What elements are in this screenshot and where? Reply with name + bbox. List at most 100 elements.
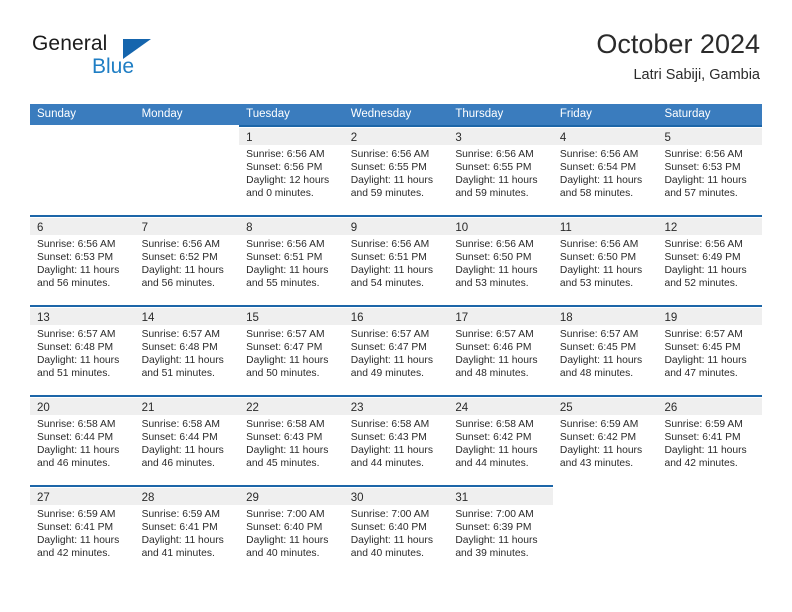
sunrise-text: Sunrise: 6:56 AM bbox=[350, 239, 430, 250]
day-number-band: 21 bbox=[134, 397, 240, 415]
day-details: Sunrise: 6:56 AM Sunset: 6:53 PM Daylight:… bbox=[657, 145, 762, 200]
calendar-day-cell[interactable]: 27 Sunrise: 6:59 AM Sunset: 6:41 PM Dayligh… bbox=[30, 485, 135, 575]
daylight-text: Daylight: 11 hours bbox=[141, 265, 224, 277]
calendar-day-cell[interactable]: 19 Sunrise: 6:57 AM Sunset: 6:45 PM Dayligh… bbox=[657, 305, 763, 395]
daylight-text: Daylight: 11 hours bbox=[455, 265, 538, 277]
day-number-band: 3 bbox=[448, 127, 553, 145]
daylight-text: Daylight: 11 hours bbox=[37, 265, 120, 277]
daylight-text: Daylight: 12 hours bbox=[246, 175, 330, 187]
sunset-text: Sunset: 6:56 PM bbox=[246, 162, 323, 174]
day-number-band: 28 bbox=[134, 487, 240, 505]
calendar-day-cell[interactable]: 15 Sunrise: 6:57 AM Sunset: 6:47 PM Dayligh… bbox=[239, 305, 344, 395]
daylight-text: Daylight: 11 hours bbox=[664, 175, 747, 187]
calendar-week-row: 1 Sunrise: 6:56 AM Sunset: 6:56 PM Daylight… bbox=[30, 125, 763, 215]
sunrise-text: Sunrise: 6:56 AM bbox=[664, 239, 743, 250]
day-number: 19 bbox=[664, 312, 678, 324]
sunset-text: Sunset: 6:51 PM bbox=[350, 252, 427, 264]
sunset-text: Sunset: 6:49 PM bbox=[664, 252, 741, 264]
day-number: 7 bbox=[141, 222, 148, 234]
calendar-day-cell[interactable]: 1 Sunrise: 6:56 AM Sunset: 6:56 PM Daylight… bbox=[239, 125, 344, 215]
day-details: Sunrise: 6:58 AM Sunset: 6:43 PM Daylight:… bbox=[239, 415, 344, 470]
calendar-day-cell[interactable]: 24 Sunrise: 6:58 AM Sunset: 6:42 PM Dayligh… bbox=[448, 395, 553, 485]
calendar-day-cell[interactable]: 26 Sunrise: 6:59 AM Sunset: 6:41 PM Dayligh… bbox=[657, 395, 763, 485]
sunrise-text: Sunrise: 7:00 AM bbox=[455, 509, 534, 520]
calendar-day-cell[interactable]: 2 Sunrise: 6:56 AM Sunset: 6:55 PM Daylight… bbox=[343, 125, 449, 215]
daylight-text: Daylight: 11 hours bbox=[37, 445, 120, 457]
sunrise-text: Sunrise: 6:59 AM bbox=[559, 419, 639, 430]
calendar-day-cell[interactable]: 6 Sunrise: 6:56 AM Sunset: 6:53 PM Daylight… bbox=[30, 215, 135, 305]
calendar-day-cell[interactable]: 9 Sunrise: 6:56 AM Sunset: 6:51 PM Daylight… bbox=[343, 215, 449, 305]
day-number-band bbox=[553, 485, 658, 503]
calendar-day-cell[interactable]: 28 Sunrise: 6:59 AM Sunset: 6:41 PM Dayligh… bbox=[134, 485, 240, 575]
calendar-week-row: 6 Sunrise: 6:56 AM Sunset: 6:53 PM Daylight… bbox=[30, 215, 763, 305]
day-number-band: 14 bbox=[134, 307, 240, 325]
day-number: 23 bbox=[350, 402, 364, 414]
sunset-text: Sunset: 6:39 PM bbox=[455, 522, 532, 534]
daylight-text-cont: and 41 minutes. bbox=[141, 548, 215, 560]
day-number-band: 2 bbox=[343, 127, 449, 145]
day-number-band: 29 bbox=[239, 487, 344, 505]
day-number-band bbox=[30, 125, 135, 143]
calendar-day-cell[interactable]: 30 Sunrise: 7:00 AM Sunset: 6:40 PM Dayligh… bbox=[343, 485, 449, 575]
day-number-band: 26 bbox=[657, 397, 763, 415]
daylight-text: Daylight: 11 hours bbox=[350, 265, 433, 277]
sunrise-text: Sunrise: 6:56 AM bbox=[246, 149, 325, 160]
calendar-week-row: 27 Sunrise: 6:59 AM Sunset: 6:41 PM Dayligh… bbox=[30, 485, 763, 575]
logo-text-blue: Blue bbox=[92, 55, 135, 78]
sunset-text: Sunset: 6:42 PM bbox=[559, 432, 637, 444]
daylight-text: Daylight: 11 hours bbox=[37, 355, 120, 367]
sunrise-text: Sunrise: 6:57 AM bbox=[37, 329, 116, 340]
day-details: Sunrise: 6:56 AM Sunset: 6:56 PM Daylight:… bbox=[239, 145, 344, 200]
day-number: 9 bbox=[350, 222, 358, 234]
calendar-day-cell[interactable]: 29 Sunrise: 7:00 AM Sunset: 6:40 PM Dayligh… bbox=[239, 485, 344, 575]
daylight-text: Daylight: 11 hours bbox=[141, 445, 224, 457]
sunset-text: Sunset: 6:54 PM bbox=[559, 162, 637, 174]
sunset-text: Sunset: 6:51 PM bbox=[246, 252, 323, 264]
daylight-text-cont: and 52 minutes. bbox=[664, 278, 738, 290]
calendar-day-cell[interactable]: 12 Sunrise: 6:56 AM Sunset: 6:49 PM Dayligh… bbox=[657, 215, 763, 305]
daylight-text-cont: and 0 minutes. bbox=[246, 188, 314, 200]
day-number: 28 bbox=[141, 492, 155, 504]
daylight-text-cont: and 48 minutes. bbox=[455, 368, 529, 380]
sunset-text: Sunset: 6:43 PM bbox=[246, 432, 323, 444]
general-blue-logo[interactable]: General Blue bbox=[30, 32, 210, 88]
daylight-text: Daylight: 11 hours bbox=[664, 265, 747, 277]
calendar-day-cell[interactable]: 25 Sunrise: 6:59 AM Sunset: 6:42 PM Dayligh… bbox=[552, 395, 658, 485]
calendar-day-cell[interactable]: 16 Sunrise: 6:57 AM Sunset: 6:47 PM Dayligh… bbox=[343, 305, 449, 395]
calendar-day-cell[interactable]: 21 Sunrise: 6:58 AM Sunset: 6:44 PM Dayligh… bbox=[134, 395, 240, 485]
sunrise-text: Sunrise: 6:57 AM bbox=[350, 329, 430, 340]
day-details: Sunrise: 6:56 AM Sunset: 6:55 PM Daylight:… bbox=[448, 145, 553, 200]
calendar-day-cell[interactable]: 20 Sunrise: 6:58 AM Sunset: 6:44 PM Dayligh… bbox=[30, 395, 135, 485]
calendar-day-cell[interactable]: 11 Sunrise: 6:56 AM Sunset: 6:50 PM Dayligh… bbox=[552, 215, 658, 305]
calendar-day-cell[interactable]: 14 Sunrise: 6:57 AM Sunset: 6:48 PM Dayligh… bbox=[134, 305, 240, 395]
sunrise-text: Sunrise: 6:59 AM bbox=[37, 509, 116, 520]
calendar-day-cell[interactable]: 7 Sunrise: 6:56 AM Sunset: 6:52 PM Daylight… bbox=[134, 215, 240, 305]
day-of-week-header: Saturday bbox=[664, 108, 711, 120]
sunrise-text: Sunrise: 6:56 AM bbox=[559, 239, 639, 250]
day-details: Sunrise: 6:56 AM Sunset: 6:50 PM Daylight:… bbox=[553, 235, 658, 290]
calendar-day-cell[interactable]: 5 Sunrise: 6:56 AM Sunset: 6:53 PM Daylight… bbox=[657, 125, 763, 215]
daylight-text-cont: and 42 minutes. bbox=[664, 458, 738, 470]
day-number: 3 bbox=[455, 132, 462, 144]
sunrise-text: Sunrise: 6:56 AM bbox=[246, 239, 325, 250]
calendar-day-cell[interactable]: 23 Sunrise: 6:58 AM Sunset: 6:43 PM Dayligh… bbox=[343, 395, 449, 485]
daylight-text: Daylight: 11 hours bbox=[455, 445, 538, 457]
calendar-day-cell[interactable]: 3 Sunrise: 6:56 AM Sunset: 6:55 PM Daylight… bbox=[448, 125, 553, 215]
calendar-day-cell[interactable]: 4 Sunrise: 6:56 AM Sunset: 6:54 PM Daylight… bbox=[552, 125, 658, 215]
calendar-day-cell[interactable]: 10 Sunrise: 6:56 AM Sunset: 6:50 PM Dayligh… bbox=[448, 215, 553, 305]
calendar-day-cell[interactable]: 17 Sunrise: 6:57 AM Sunset: 6:46 PM Dayligh… bbox=[448, 305, 553, 395]
daylight-text: Daylight: 11 hours bbox=[37, 535, 120, 547]
daylight-text-cont: and 44 minutes. bbox=[455, 458, 529, 470]
calendar-day-cell[interactable]: 8 Sunrise: 6:56 AM Sunset: 6:51 PM Daylight… bbox=[239, 215, 344, 305]
sunrise-text: Sunrise: 6:58 AM bbox=[141, 419, 220, 430]
calendar-day-cell[interactable]: 13 Sunrise: 6:57 AM Sunset: 6:48 PM Dayligh… bbox=[30, 305, 135, 395]
title-block: October 2024 Latri Sabiji, Gambia bbox=[596, 28, 760, 86]
calendar-day-cell[interactable]: 31 Sunrise: 7:00 AM Sunset: 6:39 PM Dayligh… bbox=[448, 485, 553, 575]
sunrise-text: Sunrise: 6:57 AM bbox=[246, 329, 325, 340]
calendar-day-cell[interactable]: 22 Sunrise: 6:58 AM Sunset: 6:43 PM Dayligh… bbox=[239, 395, 344, 485]
day-details: Sunrise: 6:58 AM Sunset: 6:44 PM Daylight:… bbox=[30, 415, 135, 470]
daylight-text: Daylight: 11 hours bbox=[350, 355, 433, 367]
daylight-text-cont: and 56 minutes. bbox=[141, 278, 215, 290]
daylight-text: Daylight: 11 hours bbox=[141, 535, 224, 547]
calendar-day-cell[interactable]: 18 Sunrise: 6:57 AM Sunset: 6:45 PM Dayligh… bbox=[552, 305, 658, 395]
